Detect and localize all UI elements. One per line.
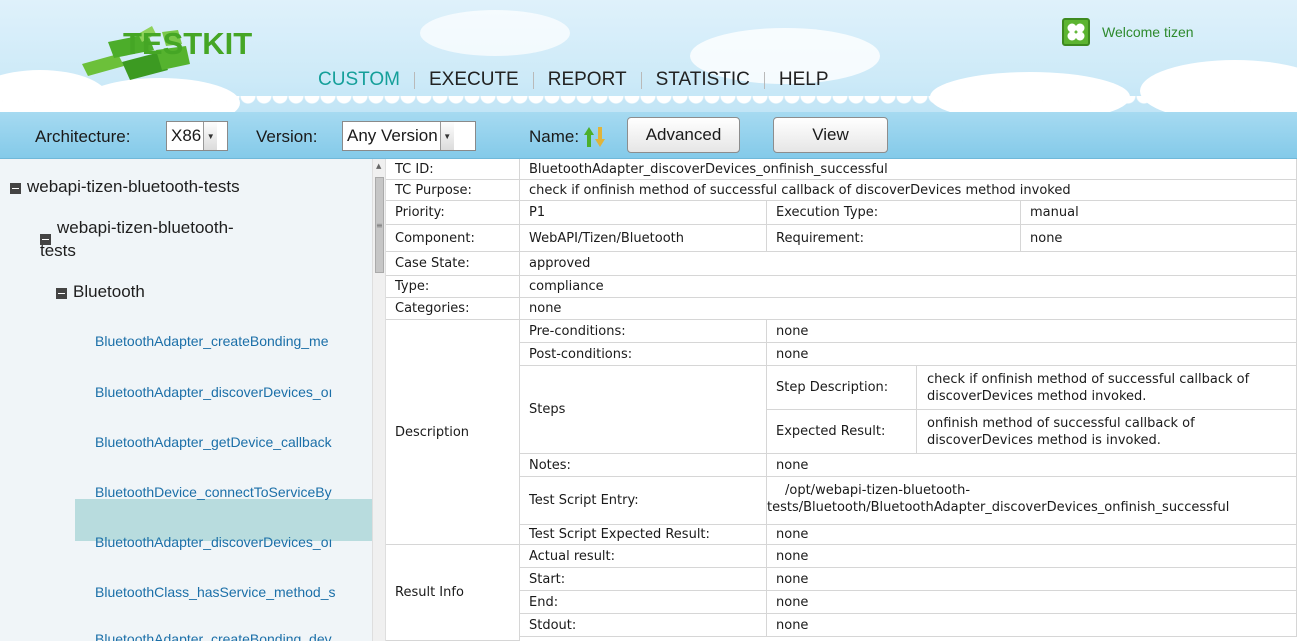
value-test-script-entry: /opt/webapi-tizen-bluetooth- tests/Bluet… xyxy=(767,477,1297,525)
label-end: End: xyxy=(520,591,767,614)
name-label: Name: xyxy=(529,127,580,146)
testcase-item[interactable]: BluetoothClass_hasService_method_s xyxy=(95,584,335,600)
tree-node-label-line: webapi-tizen-bluetooth- xyxy=(57,218,234,237)
tree-node-label-line: tests xyxy=(40,241,76,260)
label-tc-purpose: TC Purpose: xyxy=(386,180,520,201)
value-case-state: approved xyxy=(520,252,1297,276)
version-select[interactable]: Any Version ▼ xyxy=(342,121,476,151)
tree-node-set[interactable]: Bluetooth xyxy=(56,282,145,302)
testcase-item[interactable]: BluetoothDevice_connectToServiceBy xyxy=(95,484,332,500)
label-categories: Categories: xyxy=(386,298,520,320)
value-stdout: none xyxy=(767,614,1297,637)
value-pre-conditions: none xyxy=(767,320,1297,343)
testcase-item[interactable]: BluetoothAdapter_createBonding_dev xyxy=(95,631,332,641)
testcase-item[interactable]: BluetoothAdapter_discoverDevices_oı xyxy=(95,384,332,400)
label-priority: Priority: xyxy=(386,201,520,225)
label-start: Start: xyxy=(520,568,767,591)
value-notes: none xyxy=(767,454,1297,477)
welcome-area: Welcome tizen xyxy=(1062,18,1194,46)
value-end: none xyxy=(767,591,1297,614)
nav-execute[interactable]: EXECUTE xyxy=(415,69,533,91)
version-value: Any Version xyxy=(347,126,438,145)
architecture-label: Architecture: xyxy=(35,127,131,146)
value-actual-result: none xyxy=(767,545,1297,568)
collapse-icon[interactable] xyxy=(40,234,51,245)
value-post-conditions: none xyxy=(767,343,1297,366)
value-priority: P1 xyxy=(520,201,767,225)
scrollbar-grip-icon: ≡ xyxy=(376,221,383,230)
collapse-icon[interactable] xyxy=(56,288,67,299)
label-step-description: Step Description: xyxy=(767,366,917,410)
cloud-decoration xyxy=(420,10,570,56)
label-component: Component: xyxy=(386,225,520,252)
value-tc-id: BluetoothAdapter_discoverDevices_onfinis… xyxy=(520,159,1297,180)
label-requirement: Requirement: xyxy=(767,225,1021,252)
nav-custom[interactable]: CUSTOM xyxy=(318,69,414,91)
label-pre-conditions: Pre-conditions: xyxy=(520,320,767,343)
label-post-conditions: Post-conditions: xyxy=(520,343,767,366)
testkit-logo[interactable]: TESTKIT xyxy=(78,24,278,82)
welcome-text: Welcome tizen xyxy=(1102,24,1194,40)
value-tc-purpose: check if onfinish method of successful c… xyxy=(520,180,1297,201)
label-expected-result: Expected Result: xyxy=(767,410,917,454)
testcase-item-selected[interactable]: BluetoothAdapter_discoverDevices_oı xyxy=(95,534,332,550)
label-case-state: Case State: xyxy=(386,252,520,276)
scroll-up-icon[interactable]: ▲ xyxy=(376,162,381,170)
dropdown-arrow-icon: ▼ xyxy=(203,122,218,150)
label-actual-result: Actual result: xyxy=(520,545,767,568)
nav-statistic[interactable]: STATISTIC xyxy=(642,69,764,91)
label-steps: Steps xyxy=(520,366,767,454)
nav-help[interactable]: HELP xyxy=(765,69,843,91)
testcase-detail-table: TC ID: BluetoothAdapter_discoverDevices_… xyxy=(386,159,1297,641)
script-entry-line: tests/Bluetooth/BluetoothAdapter_discove… xyxy=(767,500,1230,515)
main-nav: CUSTOM EXECUTE REPORT STATISTIC HELP xyxy=(318,66,843,94)
label-script-expected-result: Test Script Expected Result: xyxy=(520,525,767,545)
architecture-value: X86 xyxy=(171,126,202,145)
value-categories: none xyxy=(520,298,1297,320)
value-requirement: none xyxy=(1021,225,1297,252)
value-expected-result: onfinish method of successful callback o… xyxy=(917,410,1297,454)
advanced-button[interactable]: Advanced xyxy=(627,117,740,153)
tree-node-suite[interactable]: webapi-tizen-bluetooth- tests xyxy=(40,216,234,262)
nav-report[interactable]: REPORT xyxy=(534,69,641,91)
label-test-script-entry: Test Script Entry: xyxy=(520,477,767,525)
filter-toolbar: Architecture: X86 ▼ Version: Any Version… xyxy=(0,112,1297,159)
value-script-expected-result: none xyxy=(767,525,1297,545)
architecture-select[interactable]: X86 ▼ xyxy=(166,121,228,151)
testcase-item[interactable]: BluetoothAdapter_getDevice_callback xyxy=(95,434,332,450)
value-step-description: check if onfinish method of successful c… xyxy=(917,366,1297,410)
label-type: Type: xyxy=(386,276,520,298)
script-entry-line: /opt/webapi-tizen-bluetooth- xyxy=(785,483,971,498)
version-label: Version: xyxy=(256,127,318,146)
testcase-tree: webapi-tizen-bluetooth-tests webapi-tize… xyxy=(0,159,372,641)
value-start: none xyxy=(767,568,1297,591)
tree-node-package[interactable]: webapi-tizen-bluetooth-tests xyxy=(10,177,240,197)
label-description: Description xyxy=(386,320,520,545)
label-notes: Notes: xyxy=(520,454,767,477)
value-component: WebAPI/Tizen/Bluetooth xyxy=(520,225,767,252)
tree-node-label: webapi-tizen-bluetooth-tests xyxy=(27,177,240,196)
tree-node-label: webapi-tizen-bluetooth- tests xyxy=(40,216,234,262)
app-header: TESTKIT CUSTOM EXECUTE REPORT STATISTIC … xyxy=(0,0,1297,112)
tree-scrollbar[interactable]: ▲ ≡ xyxy=(372,159,386,641)
label-result-info: Result Info xyxy=(386,545,520,641)
value-type: compliance xyxy=(520,276,1297,298)
logo-text: TESTKIT xyxy=(123,26,253,61)
sort-up-down-icon[interactable] xyxy=(584,125,606,149)
value-execution-type: manual xyxy=(1021,201,1297,225)
view-button[interactable]: View xyxy=(773,117,888,153)
label-stdout: Stdout: xyxy=(520,614,767,637)
collapse-icon[interactable] xyxy=(10,183,21,194)
tree-node-label: Bluetooth xyxy=(73,282,145,301)
label-tc-id: TC ID: xyxy=(386,159,520,180)
label-execution-type: Execution Type: xyxy=(767,201,1021,225)
clover-icon xyxy=(1062,18,1090,46)
header-scallop-edge xyxy=(0,96,1297,112)
testcase-item[interactable]: BluetoothAdapter_createBonding_me xyxy=(95,333,329,349)
dropdown-arrow-icon: ▼ xyxy=(439,122,454,150)
